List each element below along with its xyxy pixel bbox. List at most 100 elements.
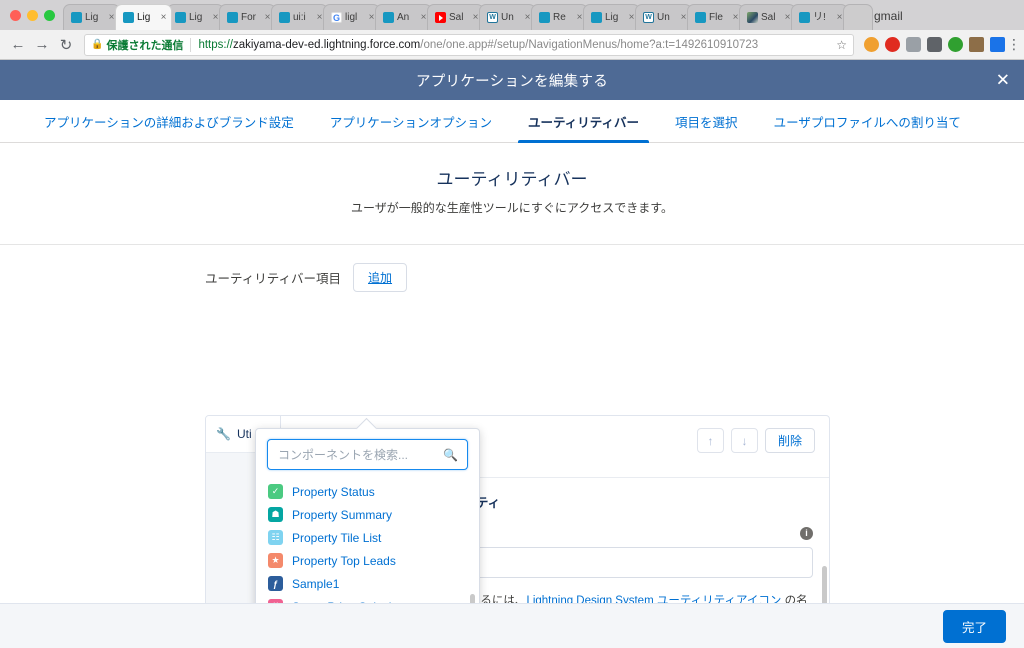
tab-modal[interactable]: アプリケーションオプション — [312, 100, 510, 142]
component-search-wrap: 🔍 — [256, 429, 479, 476]
component-list-item-label: Property Status — [292, 484, 375, 499]
youtube-icon — [435, 12, 446, 23]
tab-modal[interactable]: ユーザプロファイルへの割り当て — [756, 100, 979, 142]
browser-tab[interactable]: For × — [219, 4, 276, 30]
browser-tab[interactable]: Fle × — [687, 4, 744, 30]
cloud-icon — [383, 12, 394, 23]
component-list-item-label: Property Top Leads — [292, 553, 396, 568]
extension-icon[interactable] — [906, 37, 921, 52]
browser-tab-label: Lig — [85, 11, 99, 23]
browser-tab-label: Lig — [137, 11, 151, 23]
move-down-icon[interactable]: ↓ — [730, 428, 758, 453]
done-button[interactable]: 完了 — [942, 609, 1006, 643]
close-tab-icon[interactable]: × — [159, 12, 168, 23]
modal-title: アプリケーションを編集する — [415, 73, 609, 90]
extension-icon[interactable] — [885, 37, 900, 52]
component-list-item[interactable]: ✓ Property Status — [256, 480, 479, 503]
browser-tab[interactable]: ui:i × — [271, 4, 328, 30]
browser-tab[interactable]: Un× — [635, 4, 692, 30]
popover-scrollbar[interactable] — [470, 594, 475, 603]
modal-tab-label: アプリケーションオプション — [329, 115, 493, 130]
gmail-bookmark[interactable]: gmail — [874, 9, 903, 30]
browser-tab[interactable]: リ! × — [791, 4, 848, 30]
extension-icon[interactable] — [969, 37, 984, 52]
url-path: /one/one.app#/setup/NavigationMenus/home… — [420, 38, 759, 51]
close-icon[interactable]: ✕ — [996, 72, 1010, 89]
browser-tab-label: リ! — [813, 11, 826, 23]
component-list-item[interactable]: ƒ Sample1 — [256, 572, 479, 595]
info-icon[interactable]: i — [800, 526, 813, 540]
browser-tab[interactable]: Lig × — [63, 4, 120, 30]
url-scheme: https:// — [198, 38, 233, 51]
component-picker-popover: 🔍 ✓ Property Status ☗ Property Summary ☷ Prop… — [255, 417, 480, 603]
browser-tab[interactable]: Lig × — [583, 4, 640, 30]
modal-tab-label: ユーティリティバー — [528, 115, 640, 130]
browser-tab[interactable]: Un× — [479, 4, 536, 30]
extension-icon[interactable] — [990, 37, 1005, 52]
component-list-item[interactable]: ⚒ Smart Price Calculator — [256, 595, 479, 603]
browser-tab[interactable]: ligl× — [323, 4, 380, 30]
browser-menu-icon[interactable]: ⋮ — [1007, 36, 1021, 53]
close-window-button[interactable] — [10, 10, 21, 21]
browser-tab-label: Sal — [449, 11, 464, 23]
cloud-icon — [71, 12, 82, 23]
properties-scrollbar[interactable] — [822, 566, 827, 603]
properties-actions: ↑ ↓ 削除 — [696, 428, 815, 453]
browser-tab[interactable]: Re × — [531, 4, 588, 30]
window-controls[interactable] — [8, 10, 63, 30]
search-input[interactable] — [267, 439, 468, 470]
lds-utility-icons-link[interactable]: Lightning Design System ユーティリティアイコン — [526, 595, 781, 603]
modal-tab-bar: アプリケーションの詳細およびブランド設定 アプリケーションオプション ユーティリティ… — [0, 100, 1024, 143]
search-icon: 🔍 — [443, 448, 458, 462]
delete-button[interactable]: 削除 — [764, 428, 815, 453]
minimize-window-button[interactable] — [27, 10, 38, 21]
back-icon[interactable]: ← — [7, 34, 29, 56]
cloud-icon — [123, 12, 134, 23]
bookmark-star-icon[interactable]: ☆ — [830, 38, 847, 52]
cloud-icon — [279, 12, 290, 23]
extension-icon[interactable] — [864, 37, 879, 52]
component-icon: ⚒ — [268, 599, 283, 603]
reload-icon[interactable]: ↻ — [55, 34, 77, 56]
browser-tab[interactable]: An × — [375, 4, 432, 30]
component-list-item[interactable]: ★ Property Top Leads — [256, 549, 479, 572]
component-icon: ★ — [268, 553, 283, 568]
utility-items-label: ユーティリティバー項目 — [205, 272, 342, 286]
cloud-icon — [695, 12, 706, 23]
extension-icon[interactable] — [927, 37, 942, 52]
component-icon: ✓ — [268, 484, 283, 499]
component-icon: ☷ — [268, 530, 283, 545]
browser-tab[interactable]: Lig × — [167, 4, 224, 30]
maximize-window-button[interactable] — [44, 10, 55, 21]
add-utility-item-button[interactable]: 追加 — [353, 263, 408, 292]
browser-tab[interactable]: Sal × — [739, 4, 796, 30]
modal-footer: 完了 — [0, 603, 1024, 648]
browser-tab[interactable]: Sal × — [427, 4, 484, 30]
google-icon — [331, 12, 342, 23]
browser-tab-label: For — [241, 11, 256, 23]
extension-icon[interactable] — [948, 37, 963, 52]
secure-label: 保護された通信 — [106, 39, 184, 52]
tab-modal[interactable]: 項目を選択 — [657, 100, 756, 142]
move-up-icon[interactable]: ↑ — [696, 428, 724, 453]
url-host: zakiyama-dev-ed.lightning.force.com — [232, 38, 421, 51]
lock-icon: 🔒 — [91, 39, 104, 50]
address-bar[interactable]: 🔒 保護された通信 https://zakiyama-dev-ed.lightn… — [84, 33, 854, 56]
tab-utility-bar[interactable]: ユーティリティバー — [510, 100, 657, 143]
tab-modal[interactable]: アプリケーションの詳細およびブランド設定 — [26, 100, 312, 142]
component-list-item[interactable]: ☷ Property Tile List — [256, 526, 479, 549]
cloud-icon — [175, 12, 186, 23]
browser-tab-label: Re — [553, 11, 566, 23]
browser-tab-label: ligl — [345, 11, 358, 23]
browser-tab[interactable]: Lig × — [115, 4, 172, 30]
modal-body: ユーティリティバー ユーザが一般的な生産性ツールにすぐにアクセスできます。 ユー… — [0, 143, 1024, 603]
browser-toolbar: ← → ↻ 🔒 保護された通信 https://zakiyama-dev-ed.… — [0, 30, 1024, 60]
component-list-item[interactable]: ☗ Property Summary — [256, 503, 479, 526]
component-list-item-label: Property Summary — [292, 507, 393, 522]
component-list-item-label: Property Tile List — [292, 530, 382, 545]
browser-tab-label: ui:i — [293, 11, 306, 23]
component-list-item-label: Sample1 — [292, 576, 340, 591]
forward-icon[interactable]: → — [31, 34, 53, 56]
browser-tab-strip: Lig×Lig×Lig×For×ui:i×ligl×An×Sal×Un×Re×L… — [0, 0, 1024, 30]
new-tab-button[interactable] — [843, 4, 873, 30]
